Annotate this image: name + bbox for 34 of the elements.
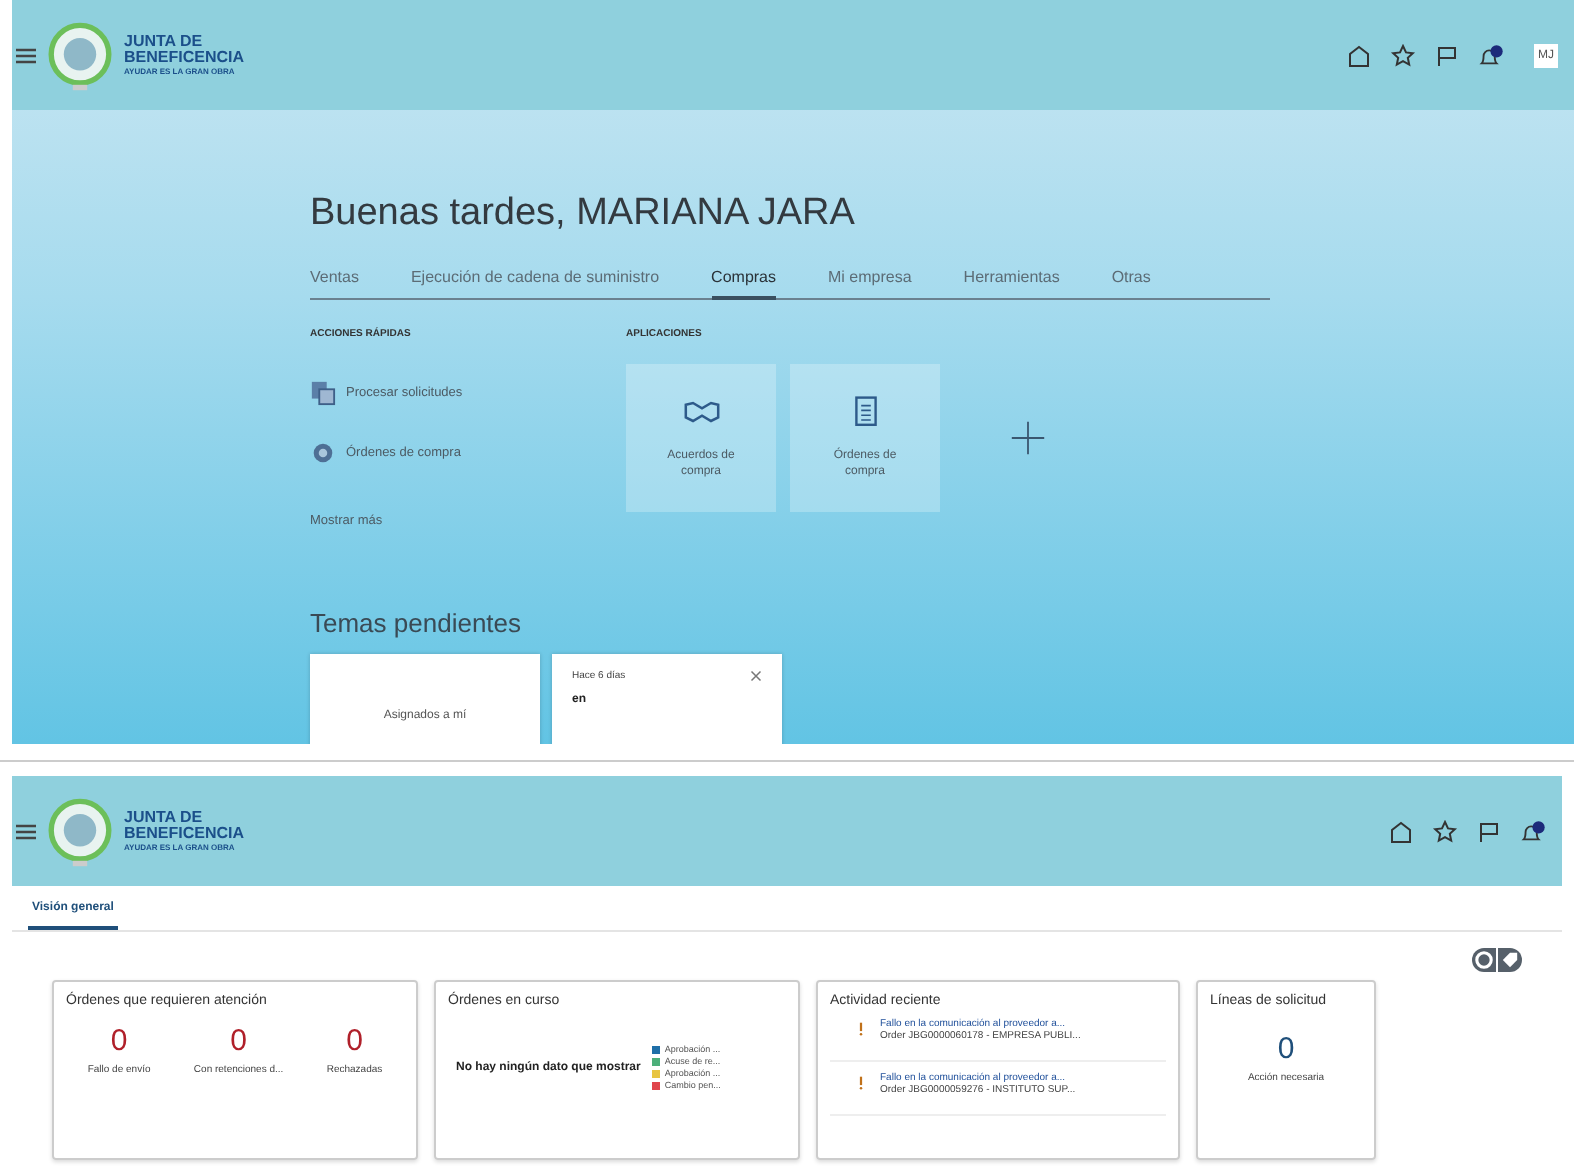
brand-name: BENEFICENCIA: [124, 50, 245, 66]
tag-icon[interactable]: [1498, 948, 1522, 972]
nav-tab[interactable]: Ventas: [310, 268, 359, 298]
emblem-icon: [44, 795, 116, 867]
alert-icon: [858, 1022, 864, 1036]
count-value[interactable]: 0: [1277, 1032, 1295, 1066]
metric-value[interactable]: 0: [110, 1024, 128, 1058]
brand-name: JUNTA DE: [124, 810, 205, 826]
star-icon[interactable]: [1432, 819, 1458, 843]
flag-icon[interactable]: [1434, 43, 1460, 67]
close-icon[interactable]: [750, 670, 762, 682]
star-icon[interactable]: [1390, 43, 1416, 67]
nav-tab[interactable]: Compras: [711, 268, 776, 300]
brand-name: JUNTA DE: [124, 34, 205, 50]
metric-value[interactable]: 0: [346, 1024, 363, 1058]
menu-icon[interactable]: [16, 823, 36, 839]
nav-tab[interactable]: Otras: [1111, 268, 1151, 298]
nav-tab[interactable]: Herramientas: [963, 268, 1060, 298]
nav-tab[interactable]: Ejecución de cadena de suministro: [410, 268, 660, 298]
documents-icon: [310, 380, 336, 406]
home-icon[interactable]: [1388, 819, 1414, 843]
brand-name: BENEFICENCIA: [124, 826, 245, 842]
notification-icon[interactable]: [1478, 43, 1504, 67]
menu-icon[interactable]: [16, 47, 36, 63]
home-icon[interactable]: [1346, 43, 1372, 67]
notification-icon[interactable]: [1520, 819, 1546, 843]
metric-value[interactable]: 0: [230, 1024, 247, 1058]
nav-tab[interactable]: Mi empresa: [828, 268, 912, 298]
emblem-icon: [44, 19, 116, 91]
section-heading: Temas pendientes: [310, 608, 524, 638]
alert-icon: [858, 1076, 864, 1090]
greeting: Buenas tardes, MARIANA JARA: [310, 192, 857, 236]
flag-icon[interactable]: [1476, 819, 1502, 843]
add-icon[interactable]: [1010, 420, 1046, 456]
